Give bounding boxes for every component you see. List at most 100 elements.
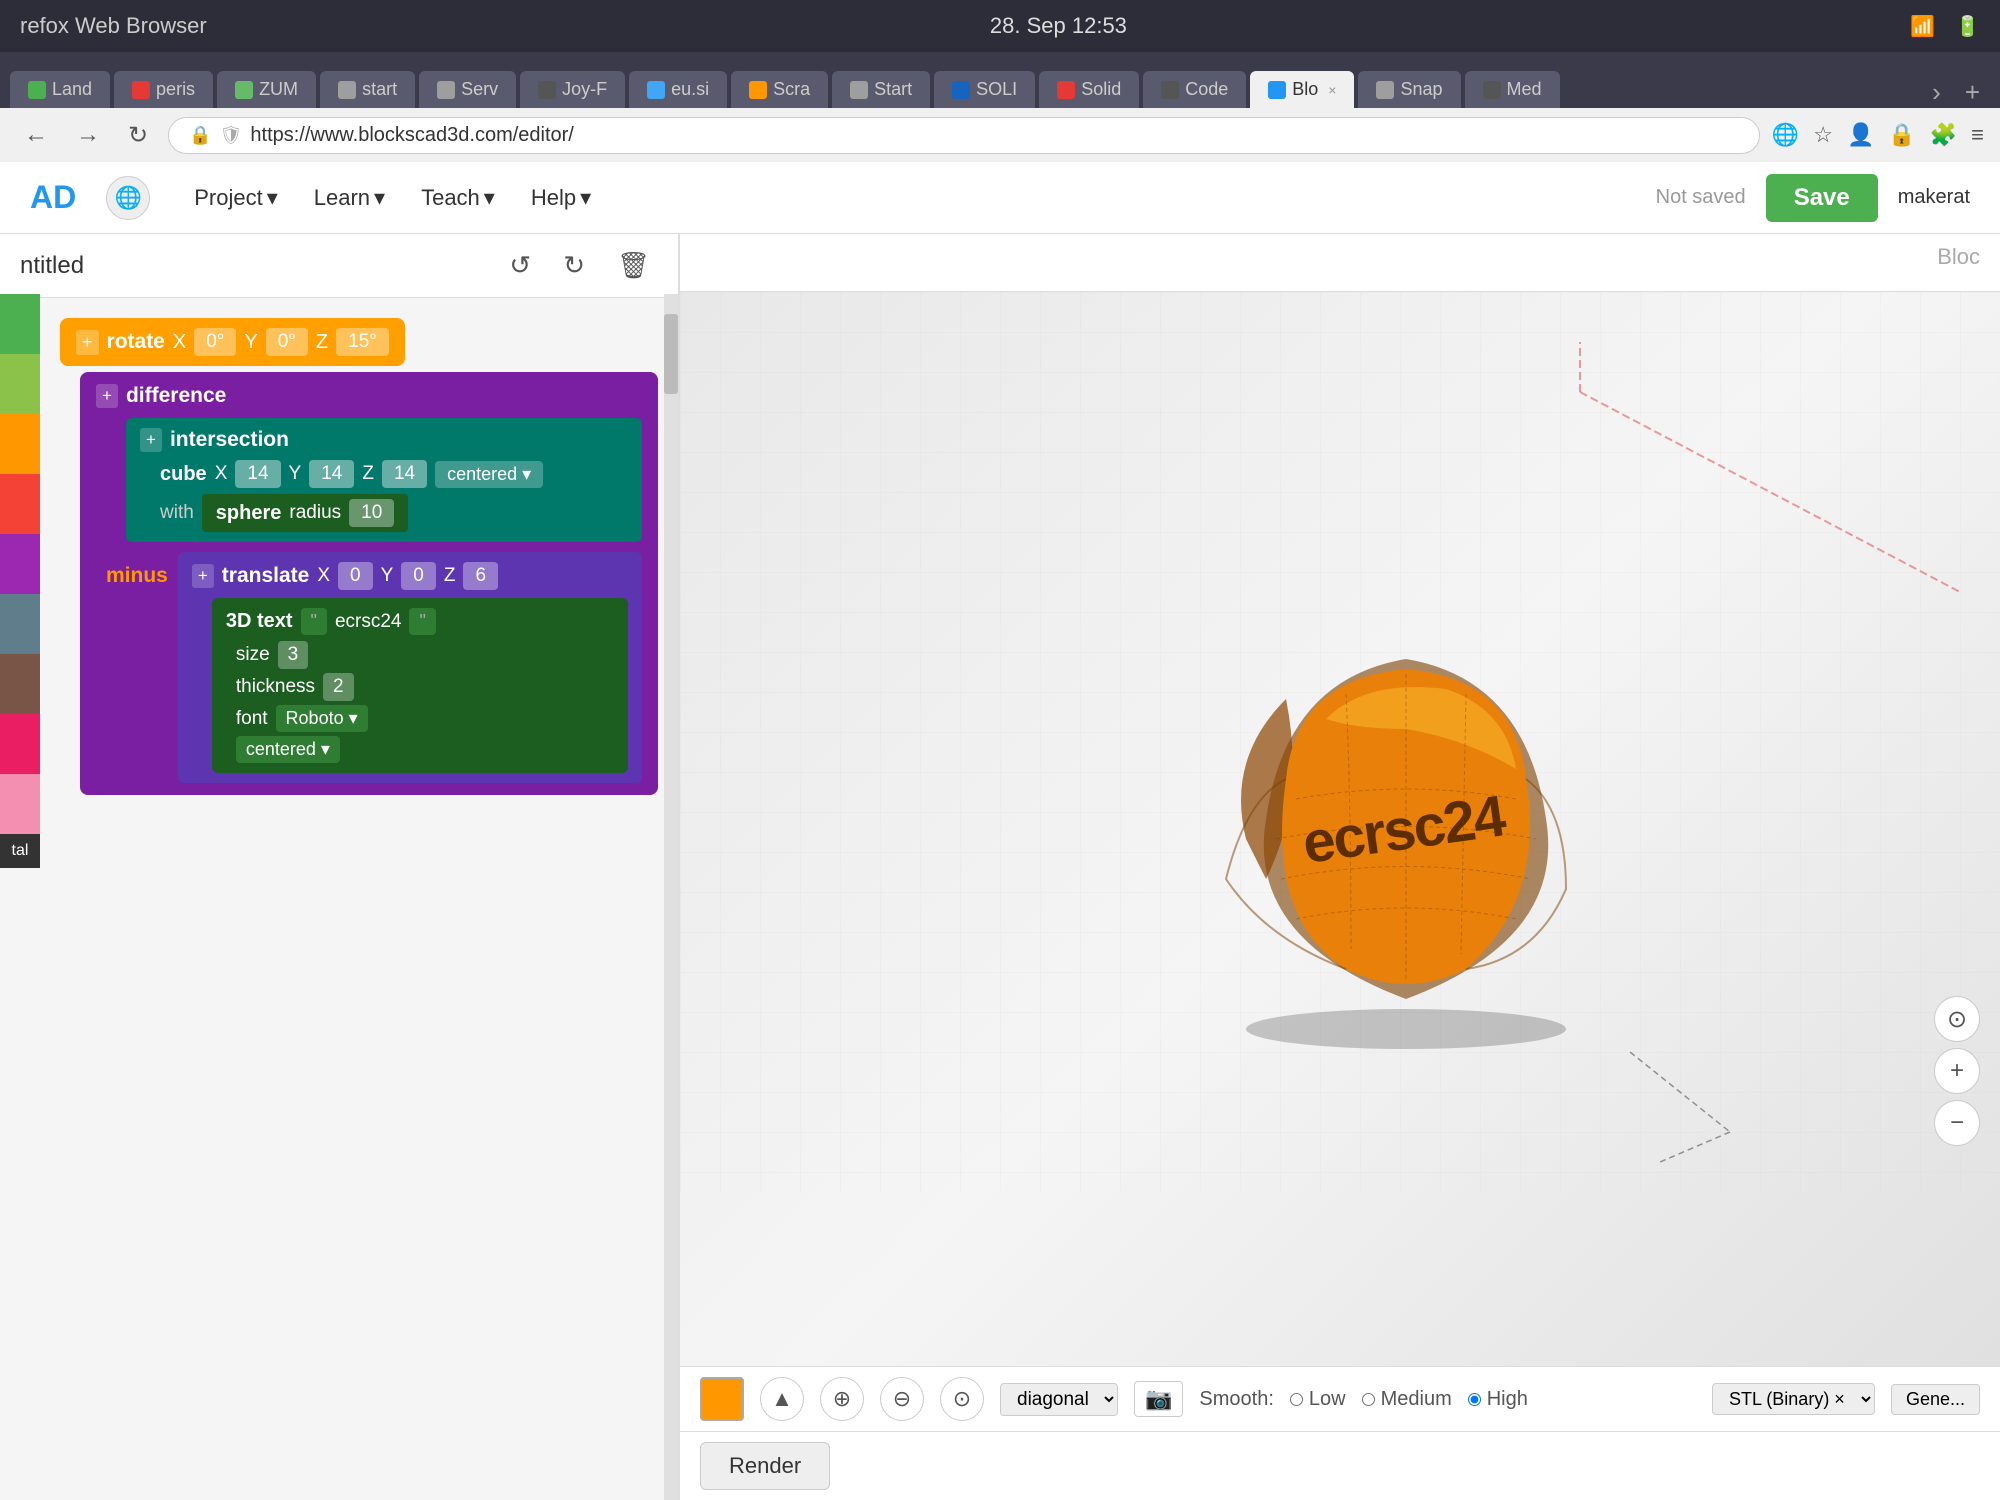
palette-light-pink[interactable] [0, 774, 40, 834]
cube-x-value[interactable]: 14 [235, 460, 280, 488]
centered-dropdown[interactable]: centered ▾ [236, 736, 340, 763]
tab-serv[interactable]: Serv [419, 71, 516, 108]
difference-block[interactable]: + difference + intersection cube X [80, 372, 658, 795]
intersection-label: intersection [170, 428, 289, 452]
tab-land[interactable]: Land [10, 71, 110, 108]
tab-scra[interactable]: Scra [731, 71, 828, 108]
project-menu[interactable]: Project ▾ [180, 179, 292, 217]
translate-plus-icon[interactable]: + [192, 564, 214, 588]
globe-button[interactable]: 🌐 [106, 176, 150, 220]
blocks-scrollbar[interactable] [664, 294, 678, 1500]
delete-button[interactable]: 🗑 [609, 246, 658, 285]
translate-x-value[interactable]: 0 [338, 562, 373, 590]
tab-soli[interactable]: SOLI [934, 71, 1035, 108]
viewport-3d: ecrsc24 [680, 292, 2000, 1366]
render-button[interactable]: Render [700, 1442, 830, 1490]
tab-close-blo[interactable]: × [1328, 82, 1336, 98]
smooth-low-option[interactable]: Low [1290, 1388, 1346, 1411]
tab-start[interactable]: start [320, 71, 415, 108]
text3d-block[interactable]: 3D text " ecrsc24 " size 3 [212, 598, 628, 773]
smooth-medium-option[interactable]: Medium [1362, 1388, 1452, 1411]
palette-brown[interactable] [0, 654, 40, 714]
tab-label-solid: Solid [1081, 79, 1121, 100]
generate-button[interactable]: Gene... [1891, 1384, 1980, 1415]
center-button[interactable]: ⊙ [1934, 996, 1980, 1042]
undo-button[interactable]: ↺ [501, 246, 539, 285]
translate-y-value[interactable]: 0 [401, 562, 436, 590]
view-diagonal-select[interactable]: diagonal [1000, 1383, 1118, 1416]
smooth-medium-radio[interactable] [1362, 1393, 1375, 1406]
address-input[interactable]: 🔒 🛡 https://www.blockscad3d.com/editor/ [168, 117, 1760, 154]
text3d-thickness-row: thickness 2 [236, 673, 614, 701]
tab-eu[interactable]: eu.si [629, 71, 727, 108]
smooth-high-radio[interactable] [1468, 1393, 1481, 1406]
more-tabs-icon[interactable]: › [1922, 77, 1951, 108]
tab-zum[interactable]: ZUM [217, 71, 316, 108]
palette-green[interactable] [0, 294, 40, 354]
cube-y-value[interactable]: 14 [309, 460, 354, 488]
sphere-block[interactable]: sphere radius 10 [202, 494, 408, 532]
blocks-scrollbar-thumb[interactable] [664, 314, 678, 394]
tab-joy[interactable]: Joy-F [520, 71, 625, 108]
difference-plus-icon[interactable]: + [96, 384, 118, 408]
palette-pink[interactable] [0, 714, 40, 774]
text3d-font-row: font Roboto ▾ [236, 705, 614, 732]
rotate-block[interactable]: + rotate X 0° Y 0° Z 15° [60, 318, 405, 366]
rotate-z-value[interactable]: 15° [336, 328, 389, 356]
tab-blo[interactable]: Blo × [1250, 71, 1354, 108]
teach-label: Teach [421, 185, 480, 211]
tab-peris[interactable]: peris [114, 71, 213, 108]
zoom-out-circle-button[interactable]: ⊖ [880, 1377, 924, 1421]
translate-block[interactable]: + translate X 0 Y 0 Z 6 [178, 552, 642, 783]
menu-icon[interactable]: ≡ [1971, 122, 1984, 148]
tab-code[interactable]: Code [1143, 71, 1246, 108]
palette-blue-grey[interactable] [0, 594, 40, 654]
tab-snap[interactable]: Snap [1358, 71, 1460, 108]
reload-button[interactable]: ↻ [120, 117, 156, 154]
ext-icon[interactable]: 🧩 [1930, 122, 1957, 148]
font-dropdown[interactable]: Roboto ▾ [276, 705, 368, 732]
teach-menu[interactable]: Teach ▾ [407, 179, 509, 217]
palette-extra[interactable]: tal [0, 834, 40, 868]
translate-icon[interactable]: 🌐 [1772, 122, 1799, 148]
zoom-in-button[interactable]: + [1934, 1048, 1980, 1094]
translate-z-value[interactable]: 6 [463, 562, 498, 590]
palette-light-green[interactable] [0, 354, 40, 414]
tab-start2[interactable]: Start [832, 71, 930, 108]
lock-icon2[interactable]: 🔒 [1888, 122, 1915, 148]
color-picker-box[interactable] [700, 1377, 744, 1421]
redo-button[interactable]: ↻ [555, 246, 593, 285]
back-button[interactable]: ← [16, 117, 56, 153]
palette-orange[interactable] [0, 414, 40, 474]
star-icon[interactable]: ☆ [1813, 122, 1833, 148]
save-button[interactable]: Save [1766, 174, 1878, 222]
zoom-out-button[interactable]: − [1934, 1100, 1980, 1146]
tab-med[interactable]: Med [1465, 71, 1560, 108]
stl-format-select[interactable]: STL (Binary) × [1712, 1383, 1875, 1415]
help-menu[interactable]: Help ▾ [517, 179, 605, 217]
sphere-radius-value[interactable]: 10 [349, 499, 394, 527]
radio-button-view[interactable]: ⊙ [940, 1377, 984, 1421]
palette-purple[interactable] [0, 534, 40, 594]
size-value[interactable]: 3 [278, 641, 309, 669]
smooth-low-radio[interactable] [1290, 1393, 1303, 1406]
rotate-x-value[interactable]: 0° [194, 328, 236, 356]
new-tab-icon[interactable]: + [1955, 77, 1990, 108]
forward-button[interactable]: → [68, 117, 108, 153]
intersection-block[interactable]: + intersection cube X 14 Y 14 Z 14 [126, 418, 642, 542]
triangle-view-button[interactable]: ▲ [760, 1377, 804, 1421]
learn-menu[interactable]: Learn ▾ [300, 179, 399, 217]
cube-z-value[interactable]: 14 [382, 460, 427, 488]
profile-icon[interactable]: 👤 [1847, 122, 1874, 148]
cube-centered-dropdown[interactable]: centered ▾ [435, 461, 543, 488]
rotate-plus-icon[interactable]: + [76, 330, 99, 355]
camera-button[interactable]: 📷 [1134, 1381, 1183, 1417]
sphere-row: with sphere radius 10 [160, 494, 628, 532]
zoom-in-circle-button[interactable]: ⊕ [820, 1377, 864, 1421]
smooth-high-option[interactable]: High [1468, 1388, 1528, 1411]
thickness-value[interactable]: 2 [323, 673, 354, 701]
palette-red[interactable] [0, 474, 40, 534]
tab-solid[interactable]: Solid [1039, 71, 1139, 108]
intersection-plus-icon[interactable]: + [140, 428, 162, 452]
rotate-y-value[interactable]: 0° [266, 328, 308, 356]
